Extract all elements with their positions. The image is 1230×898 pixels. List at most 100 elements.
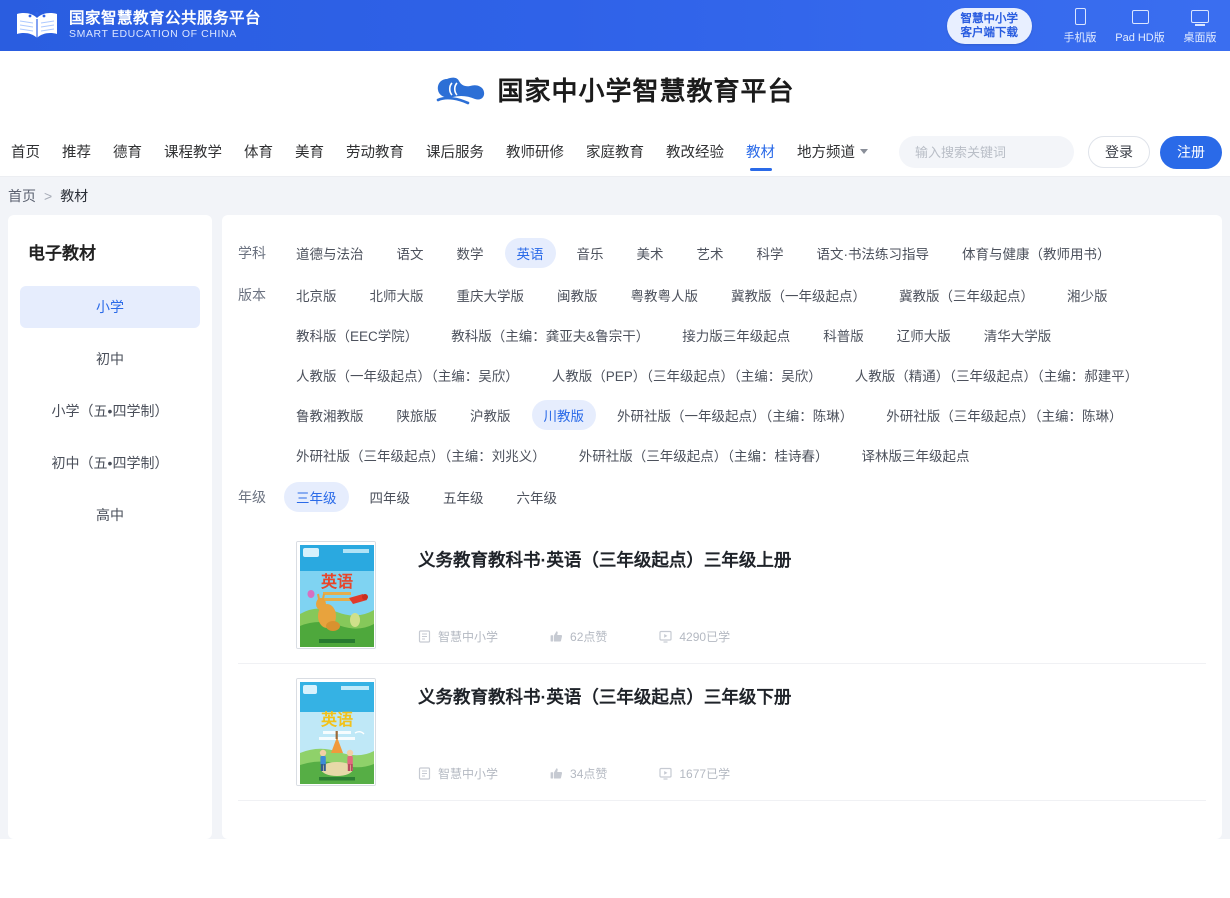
nav-item-recommend[interactable]: 推荐 xyxy=(51,127,102,177)
book-studied-label: 4290已学 xyxy=(679,630,731,644)
svg-text:英语: 英语 xyxy=(320,572,353,591)
filter-subject: 学科 道德与法治 语文 数学 英语 音乐 美术 艺术 科学 语文·书法练习指导 … xyxy=(238,233,1206,273)
grade-chip-selected[interactable]: 三年级 xyxy=(284,482,349,512)
site-brand[interactable]: 国家中小学智慧教育平台 xyxy=(435,69,794,109)
subject-chip[interactable]: 语文 xyxy=(385,238,436,268)
book-list-item[interactable]: 英语 xyxy=(238,527,1206,664)
version-chip[interactable]: 闽教版 xyxy=(545,280,610,310)
nav-item-family-edu[interactable]: 家庭教育 xyxy=(575,127,655,177)
nav-item-sports[interactable]: 体育 xyxy=(233,127,284,177)
version-chip[interactable]: 教科版（主编：龚亚夫&鲁宗干） xyxy=(439,320,661,350)
nav-item-list: 首页 推荐 德育 课程教学 体育 美育 劳动教育 课后服务 教师研修 家庭教育 … xyxy=(0,127,879,177)
version-chip[interactable]: 科普版 xyxy=(811,320,876,350)
version-chip[interactable]: 湘少版 xyxy=(1055,280,1120,310)
nav-item-textbooks[interactable]: 教材 xyxy=(735,127,786,177)
version-chip[interactable]: 沪教版 xyxy=(458,400,523,430)
sidebar-item-junior-54[interactable]: 初中（五•四学制） xyxy=(20,442,200,484)
nav-item-teacher-training[interactable]: 教师研修 xyxy=(495,127,575,177)
device-link-pad[interactable]: Pad HD版 xyxy=(1114,7,1166,45)
nav-item-arts[interactable]: 美育 xyxy=(284,127,335,177)
book-title: 义务教育教科书·英语（三年级起点）三年级下册 xyxy=(418,687,792,707)
device-links: 手机版 Pad HD版 桌面版 xyxy=(1050,7,1230,45)
version-chip[interactable]: 清华大学版 xyxy=(972,320,1064,350)
book-studied: 1677已学 xyxy=(659,765,730,782)
register-button[interactable]: 注册 xyxy=(1160,135,1222,169)
book-meta: 智慧中小学 62点赞 4290已学 xyxy=(418,628,1206,649)
study-screen-icon xyxy=(659,630,672,643)
version-chip[interactable]: 北京版 xyxy=(284,280,349,310)
version-chip[interactable]: 外研社版（三年级起点）（主编：陈琳） xyxy=(874,400,1134,430)
book-info: 义务教育教科书·英语（三年级起点）三年级上册 智慧中小学 62点赞 4290已学 xyxy=(418,541,1206,649)
sidebar-item-primary-54[interactable]: 小学（五•四学制） xyxy=(20,390,200,432)
nav-item-course-teaching[interactable]: 课程教学 xyxy=(153,127,233,177)
book-studied-label: 1677已学 xyxy=(679,767,731,781)
nav-label: 家庭教育 xyxy=(586,145,644,161)
subject-chip-selected[interactable]: 英语 xyxy=(504,238,556,268)
book-list-item[interactable]: 英语 xyxy=(238,664,1206,801)
study-screen-icon xyxy=(659,767,672,780)
version-chip[interactable]: 鲁教湘教版 xyxy=(284,400,376,430)
version-chip[interactable]: 人教版（一年级起点）（主编：吴欣） xyxy=(284,360,531,390)
filter-options-grade: 三年级 四年级 五年级 六年级 xyxy=(284,477,1206,517)
version-chip-selected[interactable]: 川教版 xyxy=(531,400,596,430)
subject-chip[interactable]: 数学 xyxy=(445,238,496,268)
nav-label: 课程教学 xyxy=(164,145,222,161)
nav-item-reform-exp[interactable]: 教改经验 xyxy=(655,127,735,177)
version-chip[interactable]: 粤教粤人版 xyxy=(619,280,711,310)
grade-chip[interactable]: 四年级 xyxy=(358,482,423,512)
version-chip[interactable]: 辽师大版 xyxy=(885,320,963,350)
open-book-icon xyxy=(17,11,57,38)
device-link-phone[interactable]: 手机版 xyxy=(1054,7,1106,45)
breadcrumb-home[interactable]: 首页 xyxy=(8,186,36,206)
grade-chip[interactable]: 六年级 xyxy=(505,482,570,512)
thumbs-up-icon xyxy=(550,630,563,643)
svg-text:英语: 英语 xyxy=(320,710,353,729)
version-chip[interactable]: 译林版三年级起点 xyxy=(850,440,982,470)
grade-chip[interactable]: 五年级 xyxy=(431,482,496,512)
main-card: 学科 道德与法治 语文 数学 英语 音乐 美术 艺术 科学 语文·书法练习指导 … xyxy=(222,215,1222,839)
sidebar-item-senior[interactable]: 高中 xyxy=(20,494,200,536)
nav-item-home[interactable]: 首页 xyxy=(0,127,51,177)
version-chip[interactable]: 教科版（EEC学院） xyxy=(284,320,430,350)
login-button[interactable]: 登录 xyxy=(1088,136,1150,168)
nav-item-labor-edu[interactable]: 劳动教育 xyxy=(335,127,415,177)
subject-chip[interactable]: 音乐 xyxy=(565,238,616,268)
client-download-button[interactable]: 智慧中小学 客户端下载 xyxy=(946,7,1032,44)
sidebar-item-junior[interactable]: 初中 xyxy=(20,338,200,380)
search-box[interactable] xyxy=(899,136,1107,168)
version-chip[interactable]: 外研社版（三年级起点）（主编：桂诗春） xyxy=(567,440,841,470)
sidebar-item-primary[interactable]: 小学 xyxy=(20,286,200,328)
nav-item-after-school[interactable]: 课后服务 xyxy=(415,127,495,177)
subject-chip[interactable]: 美术 xyxy=(625,238,676,268)
subject-chip[interactable]: 体育与健康（教师用书） xyxy=(950,238,1123,268)
page-body: 首页 > 教材 电子教材 小学 初中 小学（五•四学制） 初中（五•四学制） 高… xyxy=(0,177,1230,839)
version-chip[interactable]: 重庆大学版 xyxy=(445,280,537,310)
version-chip[interactable]: 冀教版（一年级起点） xyxy=(719,280,878,310)
version-chip[interactable]: 北师大版 xyxy=(358,280,436,310)
version-chip[interactable]: 冀教版（三年级起点） xyxy=(887,280,1046,310)
version-chip[interactable]: 人教版（PEP）（三年级起点）（主编：吴欣） xyxy=(540,360,834,390)
version-chip[interactable]: 外研社版（一年级起点）（主编：陈琳） xyxy=(605,400,865,430)
filter-label-subject: 学科 xyxy=(238,245,266,261)
device-label-pad: Pad HD版 xyxy=(1115,31,1165,44)
device-link-desktop[interactable]: 桌面版 xyxy=(1174,7,1226,45)
sidebar-title: 电子教材 xyxy=(28,244,96,263)
nav-item-moral-edu[interactable]: 德育 xyxy=(102,127,153,177)
nav-item-local-channel[interactable]: 地方频道 xyxy=(786,127,879,177)
version-chip[interactable]: 陕旅版 xyxy=(385,400,450,430)
textbook-cover-image: 英语 xyxy=(297,679,375,785)
breadcrumb-current: 教材 xyxy=(60,188,89,204)
subject-chip[interactable]: 语文·书法练习指导 xyxy=(805,238,942,268)
chevron-down-icon xyxy=(860,149,868,154)
version-chip[interactable]: 外研社版（三年级起点）（主编：刘兆义） xyxy=(284,440,558,470)
version-chip[interactable]: 人教版（精通）（三年级起点）（主编：郝建平） xyxy=(843,360,1151,390)
book-source-label: 智慧中小学 xyxy=(438,767,499,781)
search-input[interactable] xyxy=(915,144,1091,160)
source-book-icon xyxy=(418,630,431,643)
platform-logo[interactable]: 国家智慧教育公共服务平台 SMART EDUCATION OF CHINA xyxy=(0,10,261,42)
subject-chip[interactable]: 道德与法治 xyxy=(284,238,376,268)
subject-chip[interactable]: 科学 xyxy=(745,238,796,268)
nav-label: 德育 xyxy=(113,145,142,161)
subject-chip[interactable]: 艺术 xyxy=(685,238,736,268)
version-chip[interactable]: 接力版三年级起点 xyxy=(670,320,802,350)
